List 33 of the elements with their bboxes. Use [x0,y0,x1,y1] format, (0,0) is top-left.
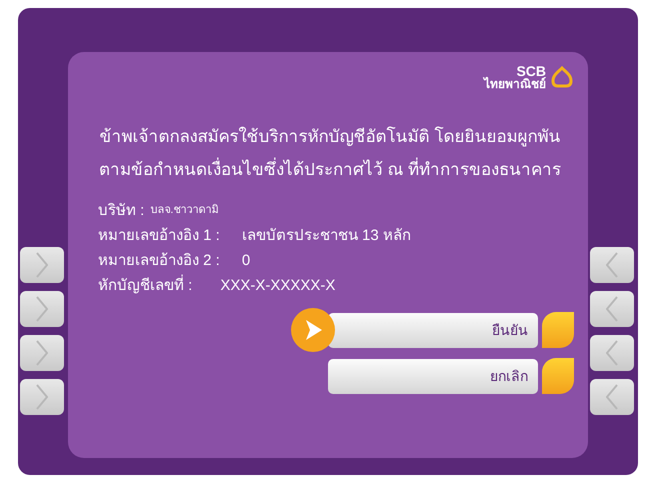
chevron-icon [36,252,48,278]
chevron-icon [606,296,618,322]
field-value: 0 [242,251,250,271]
field-label: หมายเลขอ้างอิง 2 : [98,251,220,271]
side-key-button[interactable] [20,247,64,283]
field-value: บลจ.ชาวาดามิ [150,203,218,218]
side-key-button[interactable] [590,247,634,283]
field-label: หมายเลขอ้างอิง 1 : [98,226,220,246]
option-button[interactable]: ยกเลิก [328,358,538,394]
chevron-icon [36,384,48,410]
message-line: ตามข้อกำหนดเงื่อนไขซึ่งได้ประกาศไว้ ณ ที่ทำการของธนาคาร [86,153,574,186]
option-tab-marker [542,312,574,348]
field-label: บริษัท : [98,201,144,221]
side-key-button[interactable] [20,379,64,415]
side-key-button[interactable] [590,379,634,415]
side-key-button[interactable] [20,291,64,327]
chevron-icon [36,340,48,366]
field-value: XXX-X-XXXXX-X [220,276,336,296]
side-key-button[interactable] [20,335,64,371]
side-key-button[interactable] [590,291,634,327]
field-value: เลขบัตรประชาชน 13 หลัก [242,226,411,246]
logo-brand: SCB [516,64,546,78]
side-key-button[interactable] [590,335,634,371]
chevron-icon [606,252,618,278]
chevron-icon [606,340,618,366]
option-button[interactable]: ยืนยัน [328,312,538,348]
field-label: หักบัญชีเลขที่ : [98,273,192,298]
bell-logo-icon [550,66,574,88]
option-tab-marker [542,358,574,394]
logo-name: ไทยพาณิชย์ [484,78,546,90]
message-line: ข้าพเจ้าตกลงสมัครใช้บริการหักบัญชีอัตโนมัติ โดยยินยอมผูกพัน [98,126,562,148]
chevron-icon [606,384,618,410]
chevron-icon [36,296,48,322]
